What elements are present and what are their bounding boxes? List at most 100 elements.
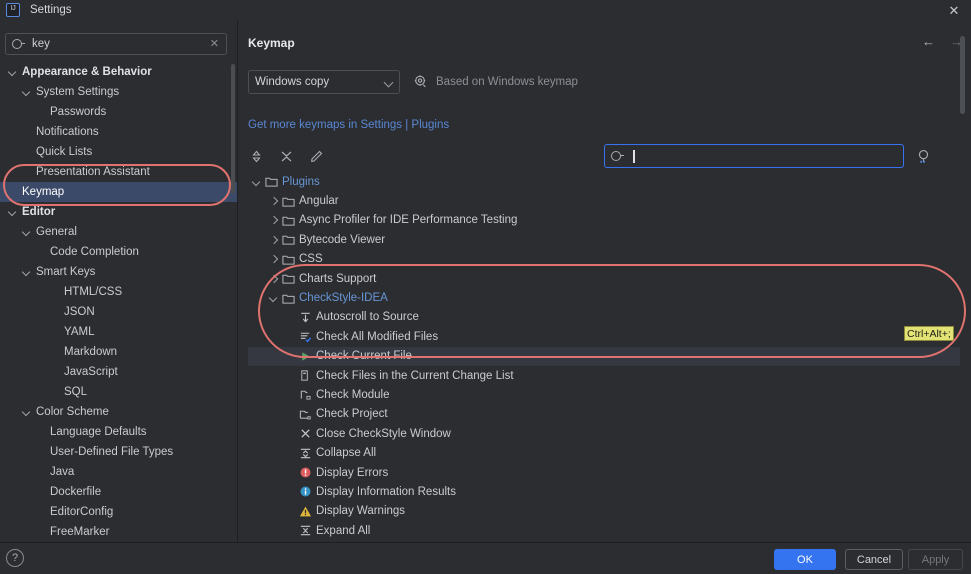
ok-button[interactable]: OK <box>774 549 836 570</box>
keymap-tree-row[interactable]: Bytecode Viewer <box>248 230 960 249</box>
chevron-down-icon[interactable] <box>8 67 18 77</box>
sidebar-item-system-settings[interactable]: System Settings <box>0 82 237 102</box>
sidebar-item-smart-keys[interactable]: Smart Keys <box>0 262 237 282</box>
sidebar-item-quick-lists[interactable]: Quick Lists <box>0 142 237 162</box>
sidebar-item-label: Quick Lists <box>36 146 93 158</box>
keymap-tree-row[interactable]: Display Warnings <box>248 502 960 521</box>
sidebar-item-code-completion[interactable]: Code Completion <box>0 242 237 262</box>
search-icon <box>611 150 624 163</box>
sidebar-item-freemarker[interactable]: FreeMarker <box>0 522 237 542</box>
keymap-tree-row[interactable]: Display Errors <box>248 463 960 482</box>
sidebar-item-general[interactable]: General <box>0 222 237 242</box>
arrow-left-icon[interactable]: ← <box>922 34 935 49</box>
keymap-tree-row[interactable]: Check Current File <box>248 346 960 366</box>
chevron-down-icon[interactable] <box>252 177 262 187</box>
cancel-button[interactable]: Cancel <box>845 549 903 570</box>
chevron-right-icon[interactable] <box>269 235 279 245</box>
keymap-tree-row[interactable]: Angular <box>248 191 960 210</box>
sidebar-item-color-scheme[interactable]: Color Scheme <box>0 402 237 422</box>
keymap-tree-row[interactable]: Check Module <box>248 385 960 404</box>
keymap-tree-row[interactable]: CheckStyle-IDEA <box>248 288 960 307</box>
keymap-tree-row[interactable]: CSS <box>248 250 960 269</box>
keymap-action-label: Display Warnings <box>316 505 406 518</box>
page-title: Keymap <box>248 36 295 50</box>
keymap-tree-row[interactable]: Expand All <box>248 521 960 537</box>
sidebar-item-label: JSON <box>64 306 95 318</box>
sidebar-item-user-defined-file-types[interactable]: User-Defined File Types <box>0 442 237 462</box>
sidebar-item-html-css[interactable]: HTML/CSS <box>0 282 237 302</box>
sidebar-item-sql[interactable]: SQL <box>0 382 237 402</box>
sidebar-item-dockerfile[interactable]: Dockerfile <box>0 482 237 502</box>
get-more-keymaps-link[interactable]: Get more keymaps in Settings | Plugins <box>248 119 449 131</box>
sidebar-scrollbar[interactable] <box>231 64 235 194</box>
chevron-right-icon[interactable] <box>269 196 279 206</box>
sidebar-item-javascript[interactable]: JavaScript <box>0 362 237 382</box>
keymap-tree-row[interactable]: Display Information Results <box>248 482 960 501</box>
sidebar-item-language-defaults[interactable]: Language Defaults <box>0 422 237 442</box>
apply-button[interactable]: Apply <box>908 549 963 570</box>
close-icon[interactable]: ✕ <box>937 0 971 20</box>
sidebar-item-keymap[interactable]: Keymap <box>0 182 237 202</box>
keymap-tree-row[interactable]: Check Files in the Current Change List <box>248 366 960 385</box>
run-play-icon <box>299 350 312 363</box>
sidebar-item-label: Color Scheme <box>36 406 109 418</box>
sidebar-item-markdown[interactable]: Markdown <box>0 342 237 362</box>
chevron-right-icon[interactable] <box>269 215 279 225</box>
shortcut-search-field[interactable] <box>604 144 904 168</box>
keymap-select[interactable]: Windows copy <box>248 70 400 94</box>
chevron-down-icon[interactable] <box>22 227 32 237</box>
gear-icon[interactable] <box>413 74 428 89</box>
info-circle-icon <box>299 485 312 498</box>
sidebar-item-passwords[interactable]: Passwords <box>0 102 237 122</box>
keymap-tree-row[interactable]: Close CheckStyle Window <box>248 424 960 443</box>
intellij-idea-logo-icon <box>6 2 20 17</box>
chevron-down-icon[interactable] <box>22 87 32 97</box>
keymap-action-label: Charts Support <box>299 272 377 285</box>
collapse-all-icon[interactable] <box>278 148 295 165</box>
keymap-tree-row[interactable]: Collapse All <box>248 443 960 462</box>
help-icon[interactable]: ? <box>6 549 24 567</box>
sidebar-search-field[interactable]: key ✕ <box>5 33 227 55</box>
sidebar-item-json[interactable]: JSON <box>0 302 237 322</box>
keymap-tree-row[interactable]: Check Project <box>248 405 960 424</box>
keymap-tree-row[interactable]: Autoscroll to Source <box>248 308 960 327</box>
edit-shortcut-icon[interactable] <box>308 148 325 165</box>
sidebar-item-label: YAML <box>64 326 95 338</box>
collapse-all-icon <box>299 447 312 460</box>
chevron-down-icon[interactable] <box>269 293 279 303</box>
keymap-tree-row[interactable]: Plugins <box>248 172 960 191</box>
expand-collapse-icon[interactable] <box>248 148 265 165</box>
sidebar-item-label: Smart Keys <box>36 266 96 278</box>
keymap-tree-row[interactable]: Async Profiler for IDE Performance Testi… <box>248 211 960 230</box>
sidebar-item-label: HTML/CSS <box>64 286 123 298</box>
chevron-right-icon[interactable] <box>269 274 279 284</box>
sidebar-item-label: SQL <box>64 386 88 398</box>
sidebar-item-editorconfig[interactable]: EditorConfig <box>0 502 237 522</box>
sidebar-item-editor[interactable]: Editor <box>0 202 237 222</box>
folder-icon <box>282 272 295 285</box>
chevron-down-icon[interactable] <box>8 207 18 217</box>
settings-category-tree: Appearance & Behavior System Settings Pass… <box>0 62 237 542</box>
find-by-shortcut-icon[interactable] <box>916 149 931 164</box>
sidebar-item-label: System Settings <box>36 86 120 98</box>
sidebar-item-notifications[interactable]: Notifications <box>0 122 237 142</box>
clear-icon[interactable]: ✕ <box>210 37 219 50</box>
sidebar-item-label: Java <box>50 466 75 478</box>
chevron-right-icon[interactable] <box>269 254 279 264</box>
sidebar-item-yaml[interactable]: YAML <box>0 322 237 342</box>
keymap-action-label: Async Profiler for IDE Performance Testi… <box>299 214 518 227</box>
expand-all-icon <box>299 524 312 537</box>
chevron-down-icon[interactable] <box>22 407 32 417</box>
keymap-action-label: Check Project <box>316 408 388 421</box>
keymap-action-label: Expand All <box>316 524 371 537</box>
keymap-tree-row[interactable]: Check All Modified Files <box>248 327 960 346</box>
sidebar-item-presentation-assistant[interactable]: Presentation Assistant <box>0 162 237 182</box>
sidebar-item-label: Code Completion <box>50 246 139 258</box>
keymap-tree-scrollbar[interactable] <box>960 36 965 114</box>
keymap-action-label: Plugins <box>282 175 320 188</box>
sidebar-item-appearance-behavior[interactable]: Appearance & Behavior <box>0 62 237 82</box>
sidebar-item-java[interactable]: Java <box>0 462 237 482</box>
keymap-tree-row[interactable]: Charts Support <box>248 269 960 288</box>
text-cursor <box>633 149 635 163</box>
chevron-down-icon[interactable] <box>22 267 32 277</box>
